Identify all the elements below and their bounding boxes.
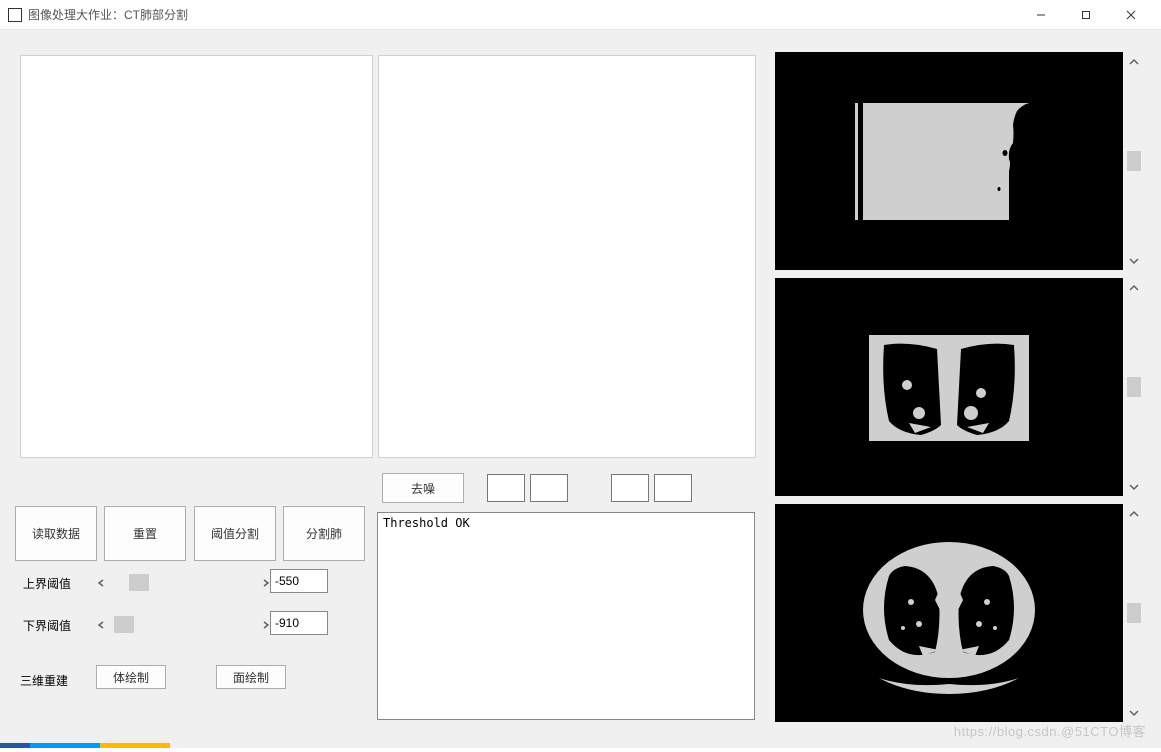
ct-view-axial[interactable] [775,504,1123,722]
slider-thumb[interactable] [114,616,134,633]
read-data-button[interactable]: 读取数据 [15,506,97,561]
ct-view-row-axial [775,504,1145,722]
ct-view-stack [775,52,1145,744]
lower-threshold-input[interactable] [270,611,328,635]
app-icon [8,8,22,22]
scroll-up-icon[interactable] [1126,53,1143,70]
close-button[interactable] [1108,0,1153,29]
slider-left-icon[interactable] [92,616,109,633]
log-text: Threshold OK [383,516,470,530]
volume-render-button[interactable]: 体绘制 [96,665,166,689]
param-box-2[interactable] [530,474,568,502]
scroll-up-icon[interactable] [1126,505,1143,522]
lower-threshold-slider[interactable] [92,616,274,633]
param-box-1[interactable] [487,474,525,502]
slider-track[interactable] [109,616,257,633]
param-box-4[interactable] [654,474,692,502]
window-title: 图像处理大作业：CT肺部分割 [28,6,188,23]
reset-button[interactable]: 重置 [104,506,186,561]
denoise-button[interactable]: 去噪 [382,473,464,503]
upper-threshold-input[interactable] [270,569,328,593]
ct-coronal-scrollbar[interactable] [1123,278,1145,496]
param-box-3[interactable] [611,474,649,502]
scroll-thumb[interactable] [1127,603,1141,623]
scroll-down-icon[interactable] [1126,704,1143,721]
client-area: 读取数据 重置 阈值分割 分割肺 去噪 Threshold OK 上界阈值 下界… [0,30,1161,748]
surface-render-button[interactable]: 面绘制 [216,665,286,689]
ct-view-sagittal[interactable] [775,52,1123,270]
ct-sagittal-scrollbar[interactable] [1123,52,1145,270]
slider-track[interactable] [109,574,257,591]
lower-threshold-label: 下界阈值 [23,617,71,634]
slider-left-icon[interactable] [92,574,109,591]
scroll-down-icon[interactable] [1126,252,1143,269]
maximize-button[interactable] [1063,0,1108,29]
taskbar-peek [0,743,1161,748]
scroll-down-icon[interactable] [1126,478,1143,495]
segment-lung-button[interactable]: 分割肺 [283,506,365,561]
scroll-thumb[interactable] [1127,377,1141,397]
minimize-button[interactable] [1018,0,1063,29]
scroll-up-icon[interactable] [1126,279,1143,296]
threshold-button[interactable]: 阈值分割 [194,506,276,561]
ct-view-row-coronal [775,278,1145,496]
upper-threshold-label: 上界阈值 [23,575,71,592]
reset-label: 重置 [133,525,157,542]
ct-axial-scrollbar[interactable] [1123,504,1145,722]
threshold-label: 阈值分割 [211,525,259,542]
surface-render-label: 面绘制 [233,669,269,686]
volume-render-label: 体绘制 [113,669,149,686]
ct-view-coronal[interactable] [775,278,1123,496]
upper-threshold-slider[interactable] [92,574,274,591]
segment-label: 分割肺 [306,525,342,542]
read-data-label: 读取数据 [32,525,80,542]
image-panel-right [378,55,756,458]
ct-view-row-sagittal [775,52,1145,270]
image-panel-left [20,55,373,458]
slider-thumb[interactable] [129,574,149,591]
reconstruct-3d-label: 三维重建 [20,672,68,689]
scroll-thumb[interactable] [1127,151,1141,171]
log-output[interactable]: Threshold OK [377,512,755,720]
titlebar: 图像处理大作业：CT肺部分割 [0,0,1161,30]
window-controls [1018,0,1153,29]
denoise-label: 去噪 [411,480,435,497]
